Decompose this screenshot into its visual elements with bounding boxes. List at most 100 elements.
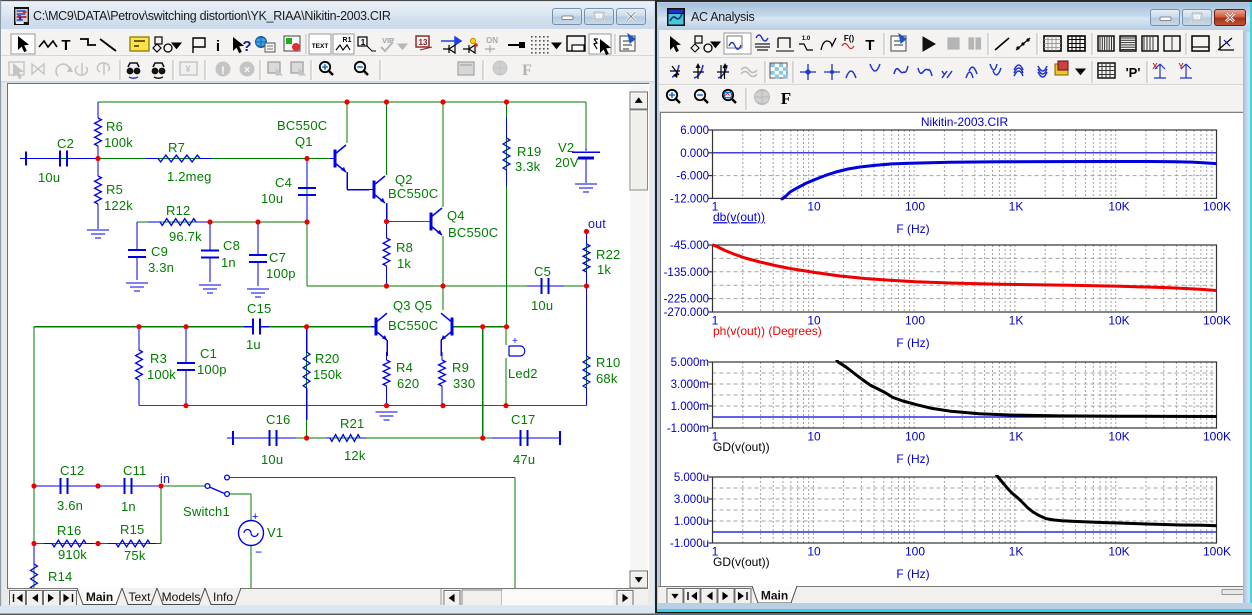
svg-text:10: 10 <box>807 429 821 443</box>
svg-text:Q4: Q4 <box>447 208 465 223</box>
svg-text:'P': 'P' <box>1126 65 1141 80</box>
svg-text:C15: C15 <box>247 301 271 316</box>
svg-text:910k: 910k <box>58 547 87 562</box>
svg-text:0.000: 0.000 <box>680 148 709 160</box>
svg-text:BC550C: BC550C <box>448 225 498 240</box>
svg-text:6.000: 6.000 <box>680 125 709 137</box>
svg-text:1u: 1u <box>246 337 261 352</box>
svg-text:100k: 100k <box>104 135 133 150</box>
svg-text:1n: 1n <box>221 255 236 270</box>
svg-text:150k: 150k <box>313 367 342 382</box>
svg-text:10K: 10K <box>1108 200 1129 214</box>
svg-text:F (Hz): F (Hz) <box>896 222 929 236</box>
svg-text:20V: 20V <box>555 155 579 170</box>
svg-text:100p: 100p <box>266 266 296 281</box>
svg-text:R16: R16 <box>57 523 81 538</box>
svg-text:Text: Text <box>128 590 151 604</box>
svg-text:-6.000: -6.000 <box>676 171 709 183</box>
svg-text:GD(v(out)): GD(v(out)) <box>713 440 770 454</box>
svg-text:10: 10 <box>807 200 821 214</box>
svg-text:GD(v(out)): GD(v(out)) <box>713 555 770 569</box>
svg-text:R15: R15 <box>120 522 144 537</box>
svg-text:R14: R14 <box>48 569 72 584</box>
svg-text:1k: 1k <box>397 256 411 271</box>
svg-text:-225.000: -225.000 <box>664 294 709 306</box>
svg-text:100K: 100K <box>1203 200 1231 214</box>
svg-text:3.3k: 3.3k <box>515 159 541 174</box>
svg-text:db(v(out)): db(v(out)) <box>713 210 765 224</box>
svg-text:3.000u: 3.000u <box>674 494 709 506</box>
svg-text:R3: R3 <box>150 351 167 366</box>
svg-text:-270.000: -270.000 <box>664 307 709 319</box>
svg-text:R22: R22 <box>596 247 620 262</box>
svg-text:3.6n: 3.6n <box>57 498 83 513</box>
svg-text:-1.000u: -1.000u <box>670 538 709 550</box>
svg-text:96.7k: 96.7k <box>169 229 202 244</box>
svg-text:C1: C1 <box>200 346 217 361</box>
svg-text:Switch1: Switch1 <box>183 504 230 519</box>
svg-text:Main: Main <box>761 589 788 603</box>
svg-text:620: 620 <box>397 376 419 391</box>
svg-text:100: 100 <box>905 313 925 327</box>
svg-text:BC550C: BC550C <box>388 318 438 333</box>
svg-text:R6: R6 <box>106 119 123 134</box>
svg-text:1K: 1K <box>1009 200 1024 214</box>
svg-text:-1.000m: -1.000m <box>667 423 709 435</box>
svg-text:100K: 100K <box>1203 429 1231 443</box>
svg-text:F(): F() <box>844 34 855 43</box>
svg-text:122k: 122k <box>104 198 133 213</box>
svg-text:Q2: Q2 <box>395 172 413 187</box>
svg-text:100: 100 <box>905 429 925 443</box>
svg-text:10u: 10u <box>261 191 283 206</box>
svg-text:F (Hz): F (Hz) <box>896 452 929 466</box>
svg-text:R19: R19 <box>517 144 541 159</box>
svg-text:1.000m: 1.000m <box>671 401 709 413</box>
svg-text:100p: 100p <box>197 362 227 377</box>
svg-text:R4: R4 <box>396 360 413 375</box>
svg-text:1.000u: 1.000u <box>674 516 709 528</box>
svg-text:Nikitin-2003.CIR: Nikitin-2003.CIR <box>921 115 1009 129</box>
svg-text:R8: R8 <box>396 240 413 255</box>
svg-text:Info: Info <box>213 590 233 604</box>
svg-text:C7: C7 <box>269 250 286 265</box>
svg-text:1K: 1K <box>1009 429 1024 443</box>
svg-text:R10: R10 <box>596 355 620 370</box>
svg-text:ph(v(out)) (Degrees): ph(v(out)) (Degrees) <box>713 324 822 338</box>
svg-text:1K: 1K <box>1009 544 1024 558</box>
svg-text:Models: Models <box>162 590 201 604</box>
svg-text:1K: 1K <box>1009 313 1024 327</box>
svg-text:R7: R7 <box>168 140 185 155</box>
svg-text:-135.000: -135.000 <box>664 267 709 279</box>
svg-text:Q3 Q5: Q3 Q5 <box>393 298 432 313</box>
svg-text:C11: C11 <box>123 463 146 478</box>
svg-text:+: + <box>512 336 518 347</box>
svg-text:10K: 10K <box>1108 544 1129 558</box>
svg-text:C8: C8 <box>223 238 240 253</box>
svg-text:100: 100 <box>905 200 925 214</box>
svg-text:+: + <box>252 511 259 523</box>
svg-text:C16: C16 <box>266 412 290 427</box>
svg-text:V1: V1 <box>267 525 283 540</box>
svg-text:R5: R5 <box>106 182 123 197</box>
svg-text:BC550C: BC550C <box>277 118 327 133</box>
svg-text:BC550C: BC550C <box>388 186 438 201</box>
svg-text:R20: R20 <box>315 351 339 366</box>
svg-text:75k: 75k <box>124 548 146 563</box>
svg-text:5.000u: 5.000u <box>674 472 709 484</box>
svg-text:F: F <box>781 89 791 108</box>
svg-text:-45.000: -45.000 <box>670 240 709 252</box>
svg-text:1n: 1n <box>121 499 136 514</box>
svg-text:10u: 10u <box>38 170 60 185</box>
svg-text:12k: 12k <box>344 448 366 463</box>
svg-text:100k: 100k <box>147 367 176 382</box>
svg-text:T: T <box>865 37 874 54</box>
svg-text:Main: Main <box>86 590 113 604</box>
svg-text:C5: C5 <box>534 264 551 279</box>
svg-text:3.3n: 3.3n <box>148 260 174 275</box>
svg-text:F (Hz): F (Hz) <box>896 336 929 350</box>
svg-text:68k: 68k <box>596 371 618 386</box>
svg-text:10u: 10u <box>531 298 553 313</box>
svg-text:100K: 100K <box>1203 313 1231 327</box>
svg-text:Led2: Led2 <box>508 366 538 381</box>
svg-text:-12.000: -12.000 <box>670 193 709 205</box>
